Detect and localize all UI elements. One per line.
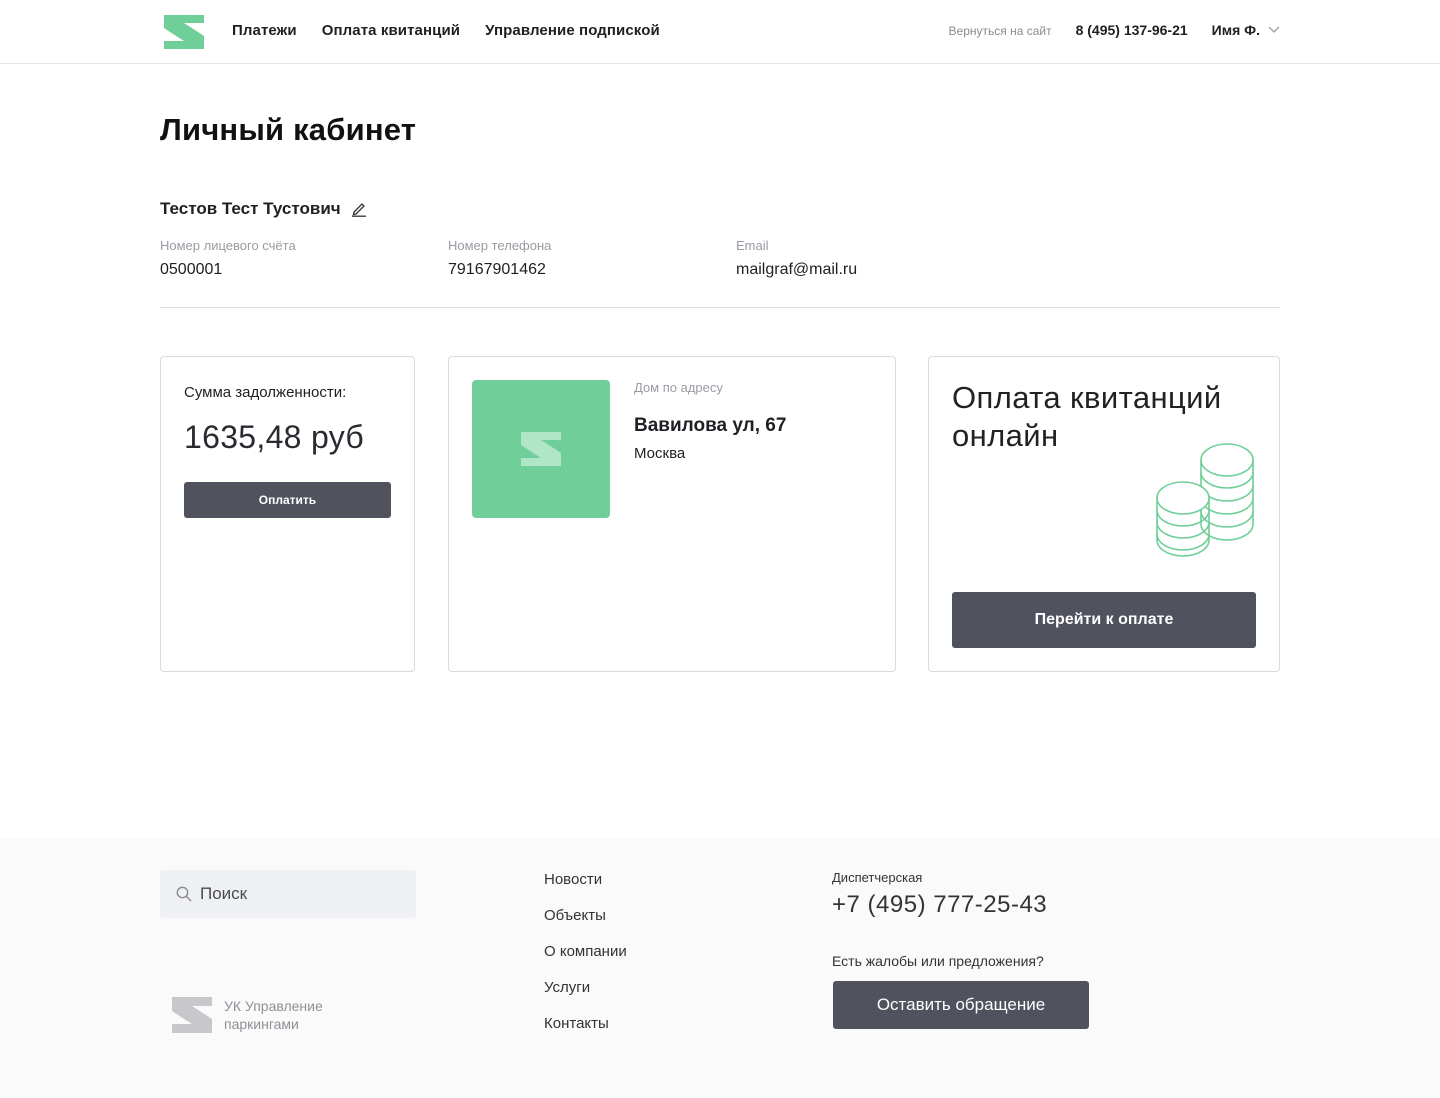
- account-field: Номер лицевого счёта 0500001: [160, 238, 296, 279]
- house-city: Москва: [634, 445, 686, 462]
- pay-button[interactable]: Оплатить: [184, 482, 391, 518]
- footer-link-services[interactable]: Услуги: [544, 978, 627, 1014]
- logo-icon: [172, 997, 212, 1033]
- footer-link-contacts[interactable]: Контакты: [544, 1014, 627, 1050]
- user-name: Имя Ф.: [1211, 22, 1260, 38]
- coins-icon: [1156, 443, 1254, 557]
- divider: [160, 307, 1280, 308]
- chevron-down-icon: [1268, 26, 1280, 33]
- email-value: mailgraf@mail.ru: [736, 261, 858, 278]
- logo-icon: [521, 432, 561, 466]
- footer-nav: Новости Объекты О компании Услуги Контак…: [544, 870, 627, 1050]
- top-header: Платежи Оплата квитанций Управление подп…: [0, 0, 1440, 64]
- leave-appeal-button[interactable]: Оставить обращение: [833, 981, 1089, 1029]
- account-value: 0500001: [160, 261, 223, 278]
- logo-icon[interactable]: [162, 13, 206, 51]
- header-right: Вернуться на сайт 8 (495) 137-96-21 Имя …: [949, 22, 1280, 38]
- phone-field: Номер телефона 79167901462: [448, 238, 551, 279]
- nav-payments[interactable]: Платежи: [232, 22, 297, 39]
- pencil-icon[interactable]: [351, 201, 367, 217]
- house-image: [472, 380, 610, 518]
- user-menu[interactable]: Имя Ф.: [1212, 22, 1280, 38]
- footer-link-objects[interactable]: Объекты: [544, 906, 627, 942]
- footer-link-about[interactable]: О компании: [544, 942, 627, 978]
- nav-subscription[interactable]: Управление подпиской: [485, 22, 660, 39]
- footer-logo[interactable]: УК Управление паркингами: [170, 993, 334, 1037]
- footer: УК Управление паркингами Новости Объекты…: [0, 838, 1440, 1098]
- email-field: Email mailgraf@mail.ru: [736, 238, 857, 279]
- page-title: Личный кабинет: [160, 112, 417, 147]
- house-caption: Дом по адресу: [634, 380, 723, 395]
- company-name: УК Управление паркингами: [224, 998, 323, 1032]
- search-icon: [176, 886, 192, 902]
- house-street: Вавилова ул, 67: [634, 415, 787, 436]
- main-nav: Платежи Оплата квитанций Управление подп…: [232, 22, 660, 39]
- footer-contact: Диспетчерская +7 (495) 777-25-43 Есть жа…: [832, 870, 1089, 1029]
- nav-receipts[interactable]: Оплата квитанций: [322, 22, 460, 39]
- debt-card: Сумма задолженности: 1635,48 руб Оплатит…: [160, 356, 415, 672]
- email-label: Email: [736, 238, 769, 253]
- footer-link-news[interactable]: Новости: [544, 870, 627, 906]
- back-to-site-link[interactable]: Вернуться на сайт: [949, 24, 1052, 38]
- dispatch-label: Диспетчерская: [832, 870, 923, 885]
- profile-name-row: Тестов Тест Тустович: [160, 199, 367, 219]
- profile-full-name: Тестов Тест Тустович: [160, 199, 341, 218]
- account-label: Номер лицевого счёта: [160, 238, 296, 253]
- online-payment-card: Оплата квитанций онлайн Перейти к оплате: [928, 356, 1280, 672]
- debt-label: Сумма задолженности:: [184, 384, 347, 401]
- phone-value: 79167901462: [448, 261, 546, 278]
- header-phone[interactable]: 8 (495) 137-96-21: [1076, 22, 1188, 38]
- house-card: Дом по адресу Вавилова ул, 67 Москва: [448, 356, 896, 672]
- phone-label: Номер телефона: [448, 238, 552, 253]
- complaint-label: Есть жалобы или предложения?: [832, 953, 1044, 969]
- go-to-payment-button[interactable]: Перейти к оплате: [952, 592, 1256, 648]
- search-input[interactable]: [200, 884, 400, 904]
- search-box[interactable]: [160, 870, 416, 918]
- dispatch-phone[interactable]: +7 (495) 777-25-43: [832, 891, 1089, 919]
- debt-amount: 1635,48 руб: [184, 419, 364, 455]
